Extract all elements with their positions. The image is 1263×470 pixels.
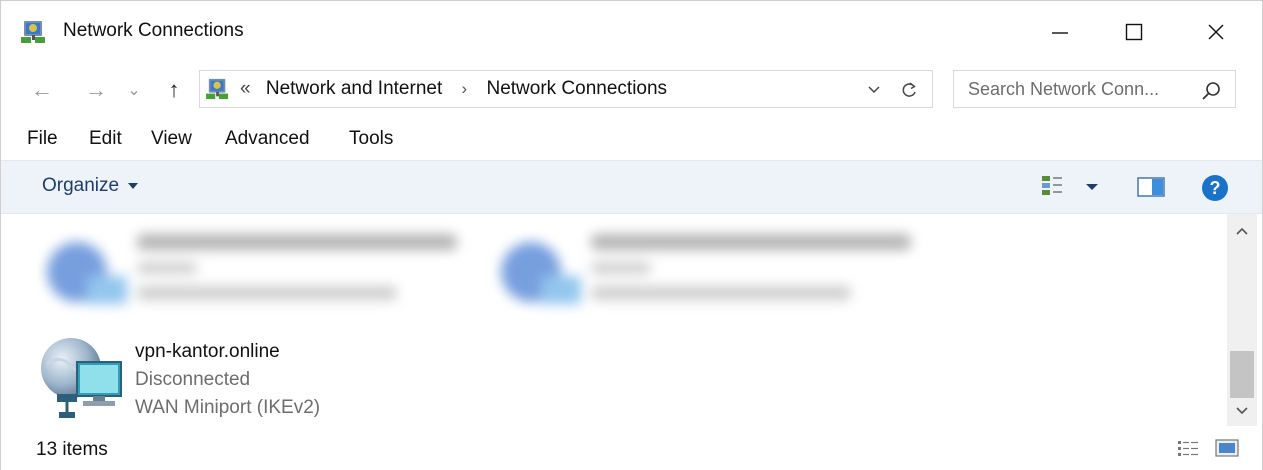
organize-label: Organize [42,175,120,196]
chevron-down-icon [868,86,880,94]
command-bar: Organize ? [1,160,1262,214]
up-arrow-icon: ↑ [168,77,180,102]
search-input[interactable]: Search Network Conn... [968,79,1159,100]
svg-text:?: ? [1210,178,1221,198]
menu-view[interactable]: View [151,128,192,150]
chevron-down-icon: ⌄ [127,82,141,99]
network-connections-icon [206,78,229,100]
address-history-button[interactable] [862,79,886,101]
up-button[interactable]: ↑ [159,75,189,105]
network-connections-window: Network Connections ← → ⌄ ↑ « Network an… [0,0,1263,470]
change-view-icon[interactable] [1041,175,1063,199]
maximize-button[interactable] [1091,1,1177,63]
scroll-up-button[interactable] [1227,220,1257,242]
scroll-down-button[interactable] [1227,400,1257,422]
connection-status: Disconnected [135,369,251,390]
breadcrumb-network-connections[interactable]: Network Connections [486,78,667,99]
help-icon[interactable]: ? [1200,173,1230,203]
menu-file[interactable]: File [27,128,58,150]
forward-button[interactable]: → [81,75,111,105]
connection-name: vpn-kantor.online [135,341,280,362]
title-bar[interactable]: Network Connections [1,1,1262,63]
maximize-icon [1125,23,1143,41]
menu-advanced[interactable]: Advanced [225,128,310,150]
connections-list: vpn-kantor.online Disconnected WAN Minip… [1,214,1224,426]
view-options-chevron-icon[interactable] [1085,183,1099,191]
back-arrow-icon: ← [31,77,53,102]
connection-device: WAN Miniport (IKEv2) [135,397,321,418]
chevron-down-icon [1236,407,1248,415]
menu-bar: File Edit View Advanced Tools [1,123,1262,157]
preview-pane-icon[interactable] [1137,176,1165,198]
address-bar[interactable]: « Network and Internet › Network Connect… [199,70,933,108]
menu-edit[interactable]: Edit [89,128,122,150]
large-icons-view-icon[interactable] [1215,438,1239,458]
search-box[interactable]: Search Network Conn... [953,70,1236,108]
recent-locations-button[interactable]: ⌄ [119,75,149,105]
vpn-connection-icon [41,338,122,418]
list-item-redacted[interactable] [491,226,931,322]
vertical-scrollbar[interactable] [1227,214,1257,426]
close-icon [1208,24,1224,40]
refresh-icon [902,82,916,97]
scroll-thumb[interactable] [1230,351,1254,398]
close-button[interactable] [1173,1,1259,63]
forward-arrow-icon: → [85,77,107,102]
network-connections-icon [21,21,45,43]
search-icon[interactable] [1200,80,1222,102]
back-button[interactable]: ← [27,75,57,105]
chevron-down-icon [128,183,139,189]
network-adapter-icon [47,242,127,304]
details-view-icon[interactable] [1177,439,1199,457]
breadcrumb-network-and-internet[interactable]: Network and Internet [266,78,442,99]
list-item-redacted[interactable] [37,226,477,322]
minimize-icon [1052,32,1068,34]
chevron-up-icon [1236,227,1248,235]
item-count: 13 items [36,439,108,460]
refresh-button[interactable] [896,79,924,101]
menu-tools[interactable]: Tools [349,128,393,150]
breadcrumb-overflow[interactable]: « [240,78,251,99]
breadcrumb: « Network and Internet › Network Connect… [240,78,667,100]
organize-button[interactable]: Organize [42,175,139,197]
breadcrumb-separator-icon[interactable]: › [462,79,468,98]
network-adapter-icon [501,242,581,304]
status-bar: 13 items [1,426,1262,470]
list-item-vpn-connection[interactable]: vpn-kantor.online Disconnected WAN Minip… [37,334,457,424]
window-title: Network Connections [63,20,244,41]
